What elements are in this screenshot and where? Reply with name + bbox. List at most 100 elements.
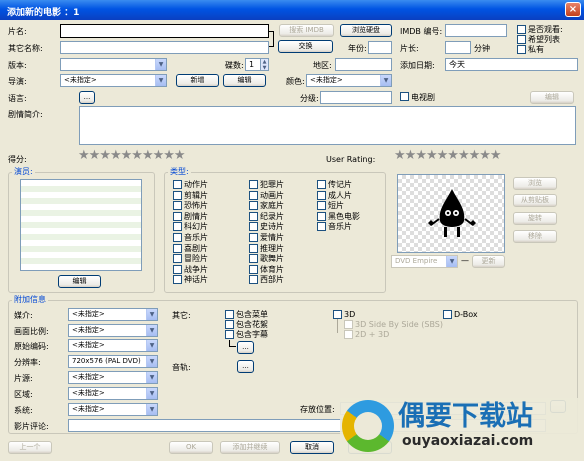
version-select[interactable]: ▼ [60,58,167,71]
color-select[interactable]: <未指定> ▼ [306,74,392,87]
genre-checkbox[interactable] [173,275,182,285]
cancel-button[interactable]: 取消 [290,441,334,454]
ok-button[interactable]: OK [169,441,213,454]
star-icon[interactable]: ★ [469,148,481,163]
star-icon[interactable]: ★ [121,148,133,163]
genre-checkbox[interactable] [173,180,182,189]
encode-select[interactable]: <未指定> ▼ [68,339,158,352]
genre-checkbox[interactable] [317,180,326,189]
genre-checkbox[interactable] [249,190,258,200]
dbox-checkbox[interactable] [443,310,452,319]
from-clipboard-button[interactable]: 从剪贴板 [513,194,557,207]
year-input[interactable] [368,41,392,54]
wishlist-checkbox[interactable] [517,35,526,44]
rotate-button[interactable]: 旋转 [513,212,557,225]
subtitles-checkbox[interactable] [225,330,234,339]
poster-image[interactable] [397,174,505,253]
actors-edit-button[interactable]: 编辑 [58,275,101,288]
edit-director-button[interactable]: 编辑 [223,74,266,87]
star-icon[interactable]: ★ [490,148,502,163]
genre-checkbox[interactable] [317,211,326,221]
swap-button[interactable]: 交换 [278,40,333,53]
language-more-button[interactable]: ... [79,91,95,104]
2d-3d-checkbox[interactable] [344,330,353,339]
star-icon[interactable]: ★ [78,148,90,163]
star-icon[interactable]: ★ [394,148,406,163]
seen-checkbox[interactable] [517,25,526,34]
prev-button[interactable]: 上一个 [8,441,52,454]
update-button[interactable]: 更新 [472,255,505,268]
aspect-select[interactable]: <未指定> ▼ [68,324,158,337]
star-icon[interactable]: ★ [415,148,427,163]
star-icon[interactable]: ★ [89,148,101,163]
title-input[interactable] [60,24,269,38]
star-icon[interactable]: ★ [174,148,186,163]
duration-input[interactable] [445,41,471,54]
classification-input[interactable] [320,91,392,104]
star-icon[interactable]: ★ [153,148,165,163]
genre-checkbox[interactable] [249,243,258,253]
star-icon[interactable]: ★ [458,148,470,163]
genre-checkbox[interactable] [249,264,258,274]
region-input[interactable] [335,58,392,71]
genre-checkbox[interactable] [173,233,182,242]
star-icon[interactable]: ★ [437,148,449,163]
3d-sbs-checkbox[interactable] [344,320,353,329]
genre-checkbox[interactable] [249,222,258,232]
imdb-input[interactable] [445,24,507,37]
system-select[interactable]: <未指定> ▼ [68,403,158,416]
star-icon[interactable]: ★ [405,148,417,163]
disc-spinner[interactable]: ▲ ▼ [260,58,269,71]
media-select[interactable]: <未指定> ▼ [68,308,158,321]
audio-more-button[interactable]: ... [237,360,254,373]
other-more-button[interactable]: ... [237,341,254,354]
extras-checkbox[interactable] [225,320,234,329]
genre-checkbox[interactable] [249,254,258,264]
studio-select[interactable]: <未指定> ▼ [68,371,158,384]
genre-checkbox[interactable] [317,222,326,232]
genre-checkbox[interactable] [173,254,182,264]
score-stars[interactable]: ★★★★★★★★★★ [78,148,186,163]
search-imdb-button[interactable]: 搜索 IMDB [279,24,334,37]
private-checkbox[interactable] [517,45,526,54]
star-icon[interactable]: ★ [479,148,491,163]
star-icon[interactable]: ★ [447,148,459,163]
genre-checkbox[interactable] [249,201,258,211]
area-select[interactable]: <未指定> ▼ [68,387,158,400]
genre-checkbox[interactable] [317,190,326,200]
star-icon[interactable]: ★ [163,148,175,163]
genre-checkbox[interactable] [173,222,182,232]
new-director-button[interactable]: 新增 [176,74,219,87]
add-continue-button[interactable]: 添加并继续 [220,441,280,454]
3d-checkbox[interactable] [333,310,342,319]
other-name-input[interactable] [60,41,269,54]
star-icon[interactable]: ★ [110,148,122,163]
star-icon[interactable]: ★ [142,148,154,163]
tv-series-checkbox[interactable] [400,92,409,101]
genre-checkbox[interactable] [173,201,182,211]
genre-checkbox[interactable] [249,180,258,189]
user-rating-stars[interactable]: ★★★★★★★★★★ [394,148,502,163]
resolution-select[interactable]: 720x576 (PAL DVD) ▼ [68,355,158,368]
menu-checkbox[interactable] [225,310,234,319]
genre-checkbox[interactable] [173,211,182,221]
lang-edit-button[interactable]: 编辑 [530,91,574,104]
genre-checkbox[interactable] [173,243,182,253]
genre-checkbox[interactable] [173,190,182,200]
poster-source-select[interactable]: DVD Empire ▼ [391,255,458,268]
genre-checkbox[interactable] [249,211,258,221]
plot-textarea[interactable] [79,106,576,145]
close-button[interactable]: × [565,2,581,17]
star-icon[interactable]: ★ [99,148,111,163]
add-date-input[interactable]: 今天 [445,58,578,71]
director-select[interactable]: <未指定> ▼ [60,74,167,87]
browse-disc-button[interactable]: 浏览硬盘 [340,24,392,37]
browse-image-button[interactable]: 浏览 [513,177,557,190]
remove-image-button[interactable]: 移除 [513,230,557,243]
star-icon[interactable]: ★ [131,148,143,163]
genre-checkbox[interactable] [317,201,326,211]
genre-checkbox[interactable] [173,264,182,274]
genre-checkbox[interactable] [249,233,258,242]
star-icon[interactable]: ★ [426,148,438,163]
actors-list[interactable] [20,179,142,271]
